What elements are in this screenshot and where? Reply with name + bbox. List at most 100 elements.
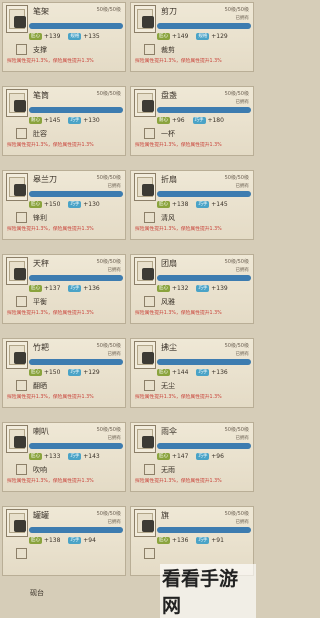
level-progress-bar <box>157 527 251 533</box>
level-progress-bar <box>157 443 251 449</box>
stat2-tag: 规格 <box>68 33 82 40</box>
stat1-tag: 匠心 <box>29 201 42 208</box>
stat1-value: +138 <box>171 201 189 208</box>
item-name: 笔筒 <box>33 91 49 100</box>
item-level: 50级/50级 <box>96 91 121 97</box>
item-obtained: 已拥有 <box>235 16 250 21</box>
stat1-tag: 耐心 <box>29 117 42 124</box>
item-name: 折扇 <box>161 175 177 184</box>
skill-icon <box>144 128 155 139</box>
item-card[interactable]: 拂尘 50级/50级 已拥有 匠心 +144 巧手 +136 无尘 探险属性提升… <box>130 338 254 408</box>
skill-boost-text: 探险属性提升1.3%，保险属性提升1.3% <box>7 59 94 64</box>
stat1-tag: 匠心 <box>157 369 170 376</box>
stat2-tag: 巧手 <box>196 201 210 208</box>
stat2-value: +135 <box>83 33 100 40</box>
item-icon <box>6 509 28 537</box>
skill-name: 风雅 <box>161 298 175 306</box>
item-icon <box>6 341 28 369</box>
item-card[interactable]: 笔架 50级/50级 匠心 +139 规格 +135 支撑 探险属性提升1.3%… <box>2 2 126 72</box>
level-progress-bar <box>157 275 251 281</box>
item-name: 天秤 <box>33 259 49 268</box>
stat2-tag: 巧手 <box>192 117 206 124</box>
item-name: 皋兰刀 <box>33 175 57 184</box>
skill-name: 无尘 <box>161 382 175 390</box>
watermark: 看看手游网 <box>160 564 256 618</box>
item-level: 50级/50级 <box>96 259 121 265</box>
skill-icon <box>144 212 155 223</box>
stat1-value: +132 <box>171 285 189 292</box>
item-obtained: 已拥有 <box>107 184 122 189</box>
item-card[interactable]: 折扇 50级/50级 已拥有 匠心 +138 巧手 +145 清风 探险属性提升… <box>130 170 254 240</box>
level-progress-bar <box>157 23 251 29</box>
item-card[interactable]: 皋兰刀 50级/50级 已拥有 匠心 +150 巧手 +130 锋利 探险属性提… <box>2 170 126 240</box>
item-icon <box>134 257 156 285</box>
skill-name: 翻晒 <box>33 382 47 390</box>
item-card[interactable]: 笔筒 50级/50级 耐心 +145 巧手 +130 肚容 探险属性提升1.3%… <box>2 86 126 156</box>
skill-boost-text: 探险属性提升1.3%，保险属性提升1.3% <box>7 311 94 316</box>
stat1-value: +139 <box>43 33 61 40</box>
stat1-value: +150 <box>43 369 61 376</box>
stat2-value: +143 <box>83 453 100 460</box>
item-card[interactable]: 天秤 50级/50级 已拥有 匠心 +137 巧手 +136 平衡 探险属性提升… <box>2 254 126 324</box>
stat2-tag: 巧手 <box>68 117 82 124</box>
item-level: 50级/50级 <box>224 343 249 349</box>
item-name: 竹耙 <box>33 343 49 352</box>
stat2-value: +96 <box>211 453 224 460</box>
item-level: 50级/50级 <box>224 427 249 433</box>
stat1-value: +96 <box>171 117 185 124</box>
card-grid: 笔架 50级/50级 匠心 +139 规格 +135 支撑 探险属性提升1.3%… <box>0 0 256 600</box>
item-name: 团扇 <box>161 259 177 268</box>
skill-boost-text: 探险属性提升1.3%，保险属性提升1.3% <box>135 143 222 148</box>
stat2-tag: 巧手 <box>68 201 82 208</box>
skill-icon <box>16 380 27 391</box>
skill-icon <box>16 548 27 559</box>
item-card[interactable]: 罐罐 50级/50级 已拥有 匠心 +138 巧手 +94 <box>2 506 126 576</box>
item-name: 罐罐 <box>33 511 49 520</box>
stat2-tag: 巧手 <box>68 285 82 292</box>
level-progress-bar <box>157 359 251 365</box>
item-icon <box>6 5 28 33</box>
item-card[interactable]: 雨伞 50级/50级 已拥有 匠心 +147 巧手 +96 无雨 探险属性提升1… <box>130 422 254 492</box>
item-level: 50级/50级 <box>96 511 121 517</box>
stat2-value: +130 <box>83 117 100 124</box>
item-icon <box>6 173 28 201</box>
stat2-value: +136 <box>83 285 100 292</box>
item-card[interactable]: 竹耙 50级/50级 已拥有 匠心 +150 巧手 +129 翻晒 探险属性提升… <box>2 338 126 408</box>
skill-name: 一杯 <box>161 130 175 138</box>
skill-name: 锋利 <box>33 214 47 222</box>
stat1-tag: 匠心 <box>29 285 42 292</box>
skill-icon <box>16 128 27 139</box>
item-card[interactable]: 喇叭 50级/50级 已拥有 匠心 +133 巧手 +143 吹响 探险属性提升… <box>2 422 126 492</box>
item-card[interactable]: 盘盏 50级/50级 已拥有 耐心 +96 巧手 +180 一杯 探险属性提升1… <box>130 86 254 156</box>
skill-icon <box>144 44 155 55</box>
stats-row: 匠心 +150 巧手 +130 <box>29 201 125 210</box>
item-name: 拂尘 <box>161 343 177 352</box>
stats-row: 匠心 +137 巧手 +136 <box>29 285 125 294</box>
stat1-value: +150 <box>43 201 61 208</box>
item-level: 50级/50级 <box>224 175 249 181</box>
item-card[interactable]: 剪刀 50级/50级 已拥有 匠心 +149 规格 +129 裁剪 探险属性提升… <box>130 2 254 72</box>
item-name: 笔架 <box>33 7 49 16</box>
stat2-value: +94 <box>83 537 96 544</box>
skill-name: 无雨 <box>161 466 175 474</box>
stat2-tag: 巧手 <box>196 453 210 460</box>
stat1-tag: 匠心 <box>157 201 170 208</box>
stats-row: 匠心 +149 规格 +129 <box>157 33 253 42</box>
item-obtained: 已拥有 <box>235 352 250 357</box>
level-progress-bar <box>29 23 123 29</box>
item-obtained: 已拥有 <box>235 268 250 273</box>
stats-row: 匠心 +138 巧手 +145 <box>157 201 253 210</box>
stat1-tag: 匠心 <box>157 33 170 40</box>
level-progress-bar <box>157 107 251 113</box>
item-obtained: 已拥有 <box>235 520 250 525</box>
item-name: 喇叭 <box>33 427 49 436</box>
item-card[interactable]: 团扇 50级/50级 已拥有 匠心 +132 巧手 +139 风雅 探险属性提升… <box>130 254 254 324</box>
level-progress-bar <box>29 107 123 113</box>
item-obtained: 已拥有 <box>107 436 122 441</box>
stat1-value: +137 <box>43 285 61 292</box>
skill-boost-text: 探险属性提升1.3%，保险属性提升1.3% <box>7 227 94 232</box>
stat1-tag: 匠心 <box>157 537 170 544</box>
item-level: 50级/50级 <box>224 91 249 97</box>
stats-row: 匠心 +139 规格 +135 <box>29 33 125 42</box>
skill-boost-text: 探险属性提升1.3%，保险属性提升1.3% <box>7 395 94 400</box>
